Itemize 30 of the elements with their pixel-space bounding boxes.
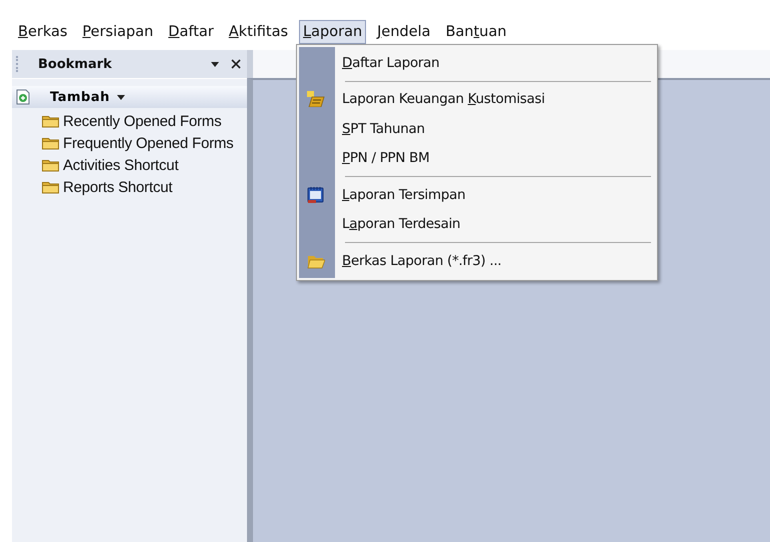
dropdown-icon[interactable] bbox=[211, 62, 219, 66]
menu-item[interactable]: Laporan bbox=[299, 20, 366, 44]
menu-option[interactable]: Berkas Laporan (*.fr3) ... bbox=[342, 252, 502, 269]
add-document-icon bbox=[16, 89, 30, 105]
menu-item[interactable]: Jendela bbox=[373, 20, 435, 44]
menu-item[interactable]: Daftar bbox=[164, 20, 218, 44]
menu-item[interactable]: Bantuan bbox=[442, 20, 511, 44]
tree-item[interactable]: Reports Shortcut bbox=[63, 178, 172, 196]
caret-icon bbox=[116, 94, 125, 100]
folder-icon bbox=[42, 114, 59, 128]
panel-title: Bookmark bbox=[37, 56, 113, 72]
tree-item[interactable]: Frequently Opened Forms bbox=[63, 134, 234, 152]
menu-option[interactable]: SPT Tahunan bbox=[342, 120, 425, 137]
tree-item[interactable]: Activities Shortcut bbox=[63, 156, 178, 174]
menu-item[interactable]: Berkas bbox=[14, 20, 72, 44]
menu-item[interactable]: Aktifitas bbox=[224, 20, 292, 44]
tree-item[interactable]: Recently Opened Forms bbox=[63, 112, 222, 130]
menu-option[interactable]: Laporan Terdesain bbox=[342, 216, 460, 232]
calendar-icon bbox=[307, 186, 325, 204]
folder-icon bbox=[42, 158, 59, 172]
close-icon[interactable] bbox=[231, 59, 241, 69]
menu-option[interactable]: Laporan Keuangan Kustomisasi bbox=[342, 91, 545, 108]
menu-option[interactable]: Daftar Laporan bbox=[342, 54, 440, 71]
menu-item[interactable]: Persiapan bbox=[78, 20, 158, 44]
folder-icon bbox=[42, 180, 59, 194]
menu-option[interactable]: Laporan Tersimpan bbox=[342, 186, 466, 203]
report-icon bbox=[307, 91, 325, 108]
menu-option[interactable]: PPN / PPN BM bbox=[342, 150, 430, 166]
folder-icon bbox=[42, 136, 59, 150]
grip-icon[interactable] bbox=[16, 56, 20, 72]
